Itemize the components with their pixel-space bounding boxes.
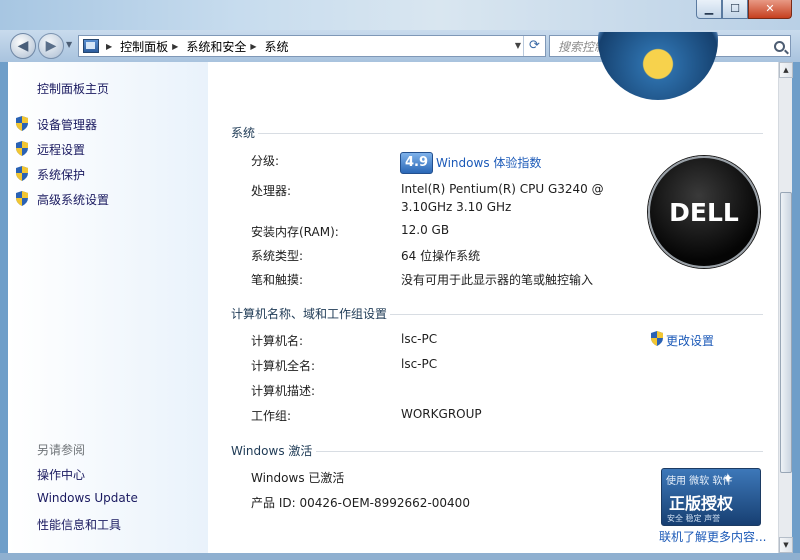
- pen-touch-value: 没有可用于此显示器的笔或触控输入: [401, 273, 594, 287]
- dell-logo-text: DELL: [669, 197, 739, 227]
- title-bar: ▁ ☐ ✕: [0, 0, 800, 30]
- forward-button[interactable]: ▶: [38, 33, 64, 59]
- breadcrumb-system[interactable]: 系统: [265, 38, 289, 55]
- genuine-badge-main-text: 正版授权: [669, 494, 734, 513]
- refresh-icon[interactable]: ⟳: [523, 36, 545, 56]
- workgroup-label: 工作组:: [251, 409, 292, 423]
- workgroup-value: WORKGROUP: [401, 407, 482, 421]
- shield-icon: [16, 141, 28, 156]
- breadcrumb-chevron-icon[interactable]: ▶: [106, 42, 112, 51]
- shield-icon: [651, 331, 663, 346]
- windows-logo-partial: [598, 32, 718, 100]
- rating-label: 分级:: [251, 154, 280, 168]
- product-id: 产品 ID: 00426-OEM-8992662-00400: [251, 496, 470, 510]
- left-navigation-pane: 控制面板主页 设备管理器 远程设置 系统保护 高级系统设置 另请参阅 操作中心 …: [8, 62, 208, 553]
- section-title-system: 系统: [231, 126, 256, 140]
- address-bar[interactable]: ▶ 控制面板 ▶ 系统和安全 ▶ 系统 ▼ ⟳: [78, 35, 546, 57]
- dell-logo: DELL: [648, 156, 760, 268]
- wei-link[interactable]: Windows 体验指数: [436, 154, 541, 171]
- sidebar-item-advanced-settings[interactable]: 高级系统设置: [37, 191, 109, 208]
- vertical-scrollbar[interactable]: ▲ ▼: [778, 62, 793, 553]
- close-button[interactable]: ✕: [748, 0, 792, 19]
- computer-name-label: 计算机名:: [251, 334, 304, 348]
- back-button[interactable]: ◀: [10, 33, 36, 59]
- sidebar-item-control-panel-home[interactable]: 控制面板主页: [37, 80, 109, 97]
- sidebar-item-device-manager[interactable]: 设备管理器: [37, 116, 97, 133]
- breadcrumb-chevron-icon[interactable]: ▶: [172, 42, 178, 51]
- recent-pages-dropdown-icon[interactable]: ▼: [66, 40, 72, 49]
- main-content-pane: 系统 分级: 4.9 Windows 体验指数 处理器: Intel(R) Pe…: [208, 32, 778, 553]
- genuine-badge-sub-text: 安全 稳定 声誉: [667, 514, 721, 523]
- search-icon[interactable]: [774, 40, 785, 52]
- see-also-windows-update[interactable]: Windows Update: [37, 491, 138, 505]
- see-also-performance-tools[interactable]: 性能信息和工具: [37, 516, 121, 533]
- minimize-button[interactable]: ▁: [696, 0, 722, 19]
- system-type-value: 64 位操作系统: [401, 249, 481, 263]
- scroll-up-arrow-icon[interactable]: ▲: [779, 62, 793, 78]
- shield-icon: [16, 116, 28, 131]
- computer-name-value: lsc-PC: [401, 332, 438, 346]
- full-computer-name-label: 计算机全名:: [251, 359, 316, 373]
- wei-score-badge[interactable]: 4.9: [400, 152, 433, 174]
- processor-value-line2: 3.10GHz 3.10 GHz: [401, 200, 512, 214]
- see-also-heading: 另请参阅: [37, 443, 86, 457]
- breadcrumb-control-panel[interactable]: 控制面板: [120, 38, 168, 55]
- scroll-down-arrow-icon[interactable]: ▼: [779, 537, 793, 553]
- processor-label: 处理器:: [251, 184, 292, 198]
- address-dropdown-icon[interactable]: ▼: [515, 36, 521, 56]
- window-frame-bottom: [0, 553, 800, 560]
- section-title-activation: Windows 激活: [231, 444, 313, 458]
- computer-description-label: 计算机描述:: [251, 384, 316, 398]
- divider: [258, 133, 763, 134]
- star-icon: ✦: [722, 471, 734, 487]
- sidebar-item-remote-settings[interactable]: 远程设置: [37, 141, 85, 158]
- breadcrumb-system-security[interactable]: 系统和安全: [186, 38, 246, 55]
- sidebar-item-system-protection[interactable]: 系统保护: [37, 166, 85, 183]
- ram-value: 12.0 GB: [401, 223, 450, 237]
- scrollbar-thumb[interactable]: [780, 192, 792, 473]
- maximize-button[interactable]: ☐: [722, 0, 748, 19]
- divider: [390, 314, 763, 315]
- divider: [316, 451, 763, 452]
- system-type-label: 系统类型:: [251, 249, 304, 263]
- ram-label: 安装内存(RAM):: [251, 225, 339, 239]
- activation-status: Windows 已激活: [251, 471, 345, 485]
- change-settings-link[interactable]: 更改设置: [666, 332, 714, 349]
- processor-value-line1: Intel(R) Pentium(R) CPU G3240 @: [401, 182, 604, 196]
- window-controls: ▁ ☐ ✕: [696, 0, 792, 19]
- breadcrumb-chevron-icon[interactable]: ▶: [250, 42, 256, 51]
- see-also-action-center[interactable]: 操作中心: [37, 466, 85, 483]
- section-title-computer-name: 计算机名称、域和工作组设置: [231, 307, 388, 321]
- control-panel-icon: [83, 39, 99, 53]
- learn-more-online-link[interactable]: 联机了解更多内容...: [659, 528, 766, 545]
- shield-icon: [16, 191, 28, 206]
- full-computer-name-value: lsc-PC: [401, 357, 438, 371]
- pen-touch-label: 笔和触摸:: [251, 273, 304, 287]
- shield-icon: [16, 166, 28, 181]
- genuine-microsoft-badge[interactable]: 使用 微软 软件 ✦ 正版授权 安全 稳定 声誉: [661, 468, 761, 526]
